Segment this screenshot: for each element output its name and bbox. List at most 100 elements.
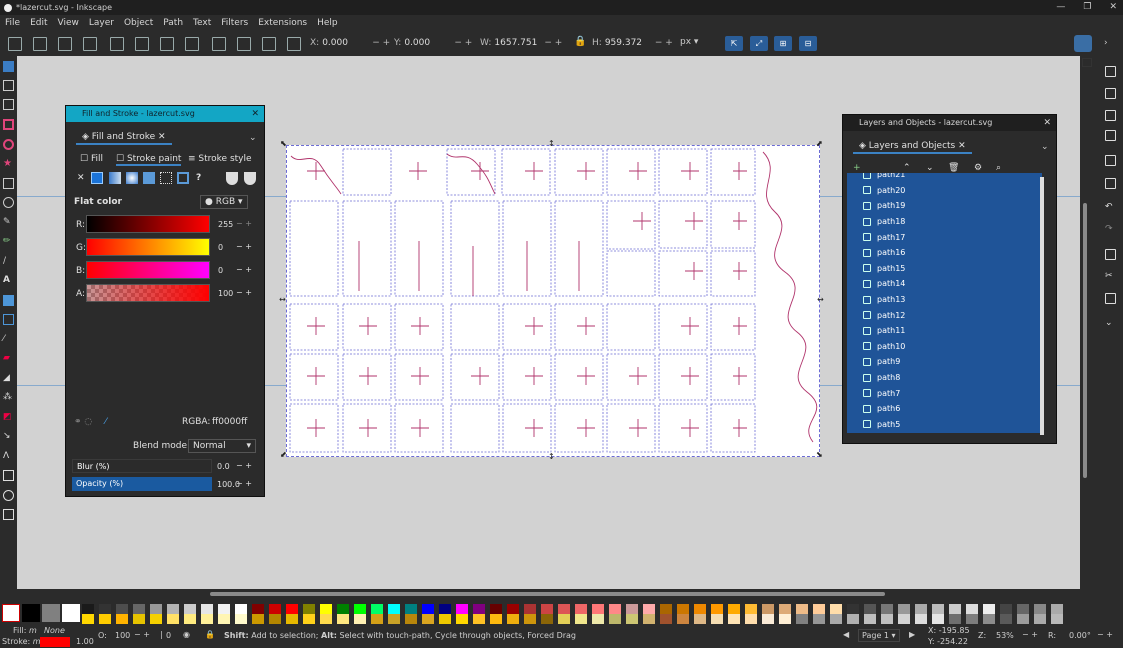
swatch[interactable] [218, 604, 230, 614]
swatch[interactable] [1000, 614, 1012, 624]
list-item[interactable]: path19 [847, 198, 1042, 214]
swatch[interactable] [898, 614, 910, 624]
swatch[interactable] [813, 614, 825, 624]
swatch[interactable] [218, 614, 230, 624]
unit-select[interactable]: px ▾ [680, 37, 716, 50]
copy-icon[interactable] [1105, 249, 1116, 260]
swatch[interactable] [728, 604, 740, 614]
menu-view[interactable]: View [58, 18, 79, 28]
swatch-icon[interactable] [177, 172, 189, 184]
swatch[interactable] [167, 614, 179, 624]
list-item[interactable]: path8 [847, 370, 1042, 386]
menu-file[interactable]: File [5, 18, 20, 28]
swatch[interactable] [1017, 604, 1029, 614]
list-item[interactable]: path9 [847, 354, 1042, 370]
swatch[interactable] [745, 614, 757, 624]
swatch[interactable] [354, 604, 366, 614]
subtab-stroke-style[interactable]: ≡ Stroke style [188, 154, 252, 164]
visibility-icon[interactable]: ◉ [183, 630, 190, 639]
swatch[interactable] [62, 604, 80, 622]
y-stepper[interactable]: − + [454, 38, 472, 48]
swatch[interactable] [847, 604, 859, 614]
swatch[interactable] [1034, 604, 1046, 614]
objects-scrollbar[interactable] [1040, 177, 1044, 435]
pages-tool-icon[interactable] [3, 470, 14, 481]
paint-bucket-icon[interactable]: ▰ [3, 353, 14, 364]
undo-icon[interactable]: ↶ [1105, 202, 1116, 213]
rgba-input[interactable]: ff0000ff [212, 417, 247, 427]
swatch[interactable] [813, 604, 825, 614]
swatch[interactable] [541, 604, 553, 614]
layers-titlebar[interactable]: Layers and Objects - lazercut.svg ✕ [843, 115, 1056, 131]
objects-list[interactable]: path21 path20 path19 path18 path17 path1… [847, 173, 1042, 433]
fill-none-label[interactable]: None [44, 626, 65, 635]
connector-tool-icon[interactable]: ↘ [3, 431, 14, 442]
swatch[interactable] [456, 604, 468, 614]
swatch[interactable] [609, 604, 621, 614]
swatch[interactable] [456, 614, 468, 624]
swatch[interactable] [235, 604, 247, 614]
list-item[interactable]: path11 [847, 323, 1042, 339]
swatch[interactable] [932, 604, 944, 614]
fill-rule-nonzero-icon[interactable] [244, 172, 256, 185]
deselect-icon[interactable] [58, 37, 72, 51]
list-item[interactable]: path18 [847, 214, 1042, 230]
swatch[interactable] [252, 604, 264, 614]
channel-b-value[interactable]: 0 [218, 266, 223, 275]
swatch[interactable] [99, 604, 111, 614]
mesh-tool-icon[interactable] [3, 314, 14, 325]
swatch[interactable] [864, 614, 876, 624]
gradient-tool-icon[interactable] [3, 295, 14, 306]
shape-builder-icon[interactable] [3, 99, 14, 110]
w-stepper[interactable]: − + [544, 38, 562, 48]
selection-handle[interactable]: ⬉ [280, 140, 287, 148]
swatch[interactable] [133, 614, 145, 624]
swatch[interactable] [133, 604, 145, 614]
swatch[interactable] [1000, 604, 1012, 614]
swatch[interactable] [541, 614, 553, 624]
calligraphy-tool-icon[interactable]: ∕ [3, 256, 14, 267]
linear-gradient-icon[interactable] [109, 172, 121, 184]
select-all-layers-icon[interactable] [33, 37, 47, 51]
close-icon[interactable]: ✕ [1109, 0, 1117, 15]
swatch[interactable] [320, 604, 332, 614]
swatch[interactable] [371, 614, 383, 624]
swatch[interactable] [626, 604, 638, 614]
blur-stepper[interactable]: − + [236, 461, 252, 470]
spiral-tool-icon[interactable] [3, 197, 14, 208]
color-mode-select[interactable]: ● RGB ▾ [200, 195, 248, 209]
no-paint-icon[interactable]: ✕ [77, 173, 85, 183]
selection-handle[interactable]: ↕ [548, 453, 555, 461]
swatch[interactable] [405, 614, 417, 624]
swatch[interactable] [1051, 604, 1063, 614]
scale-stroke-icon[interactable]: ⇱ [725, 36, 743, 51]
swatch[interactable] [1034, 614, 1046, 624]
swatch[interactable] [677, 614, 689, 624]
delete-icon[interactable]: 🗑 [948, 163, 959, 173]
swatch[interactable] [609, 614, 621, 624]
blend-mode-select[interactable]: Normal ▾ [188, 439, 256, 453]
channel-g-stepper[interactable]: − + [236, 242, 252, 251]
swatch[interactable] [643, 604, 655, 614]
next-page-icon[interactable]: ▶ [909, 630, 915, 639]
opacity-value[interactable]: 100 [115, 631, 130, 640]
subtab-fill[interactable]: ☐ Fill [80, 154, 103, 164]
selection-handle[interactable]: ⬋ [280, 451, 287, 459]
swatch[interactable] [303, 614, 315, 624]
list-item[interactable]: path6 [847, 401, 1042, 417]
swatch[interactable] [762, 614, 774, 624]
fill-rule-evenodd-icon[interactable] [226, 172, 238, 185]
minimize-icon[interactable]: — [1056, 0, 1065, 15]
raise-icon[interactable] [212, 37, 226, 51]
swatch[interactable] [184, 614, 196, 624]
rotate-ccw-icon[interactable] [83, 37, 97, 51]
prev-page-icon[interactable]: ◀ [843, 630, 849, 639]
channel-a-slider[interactable] [86, 284, 210, 302]
swatch[interactable] [405, 604, 417, 614]
close-icon[interactable]: ✕ [1043, 115, 1051, 131]
swatch[interactable] [422, 614, 434, 624]
list-item[interactable]: path20 [847, 183, 1042, 199]
swatch[interactable] [82, 604, 94, 614]
swatch[interactable] [898, 604, 910, 614]
swatch[interactable] [983, 604, 995, 614]
